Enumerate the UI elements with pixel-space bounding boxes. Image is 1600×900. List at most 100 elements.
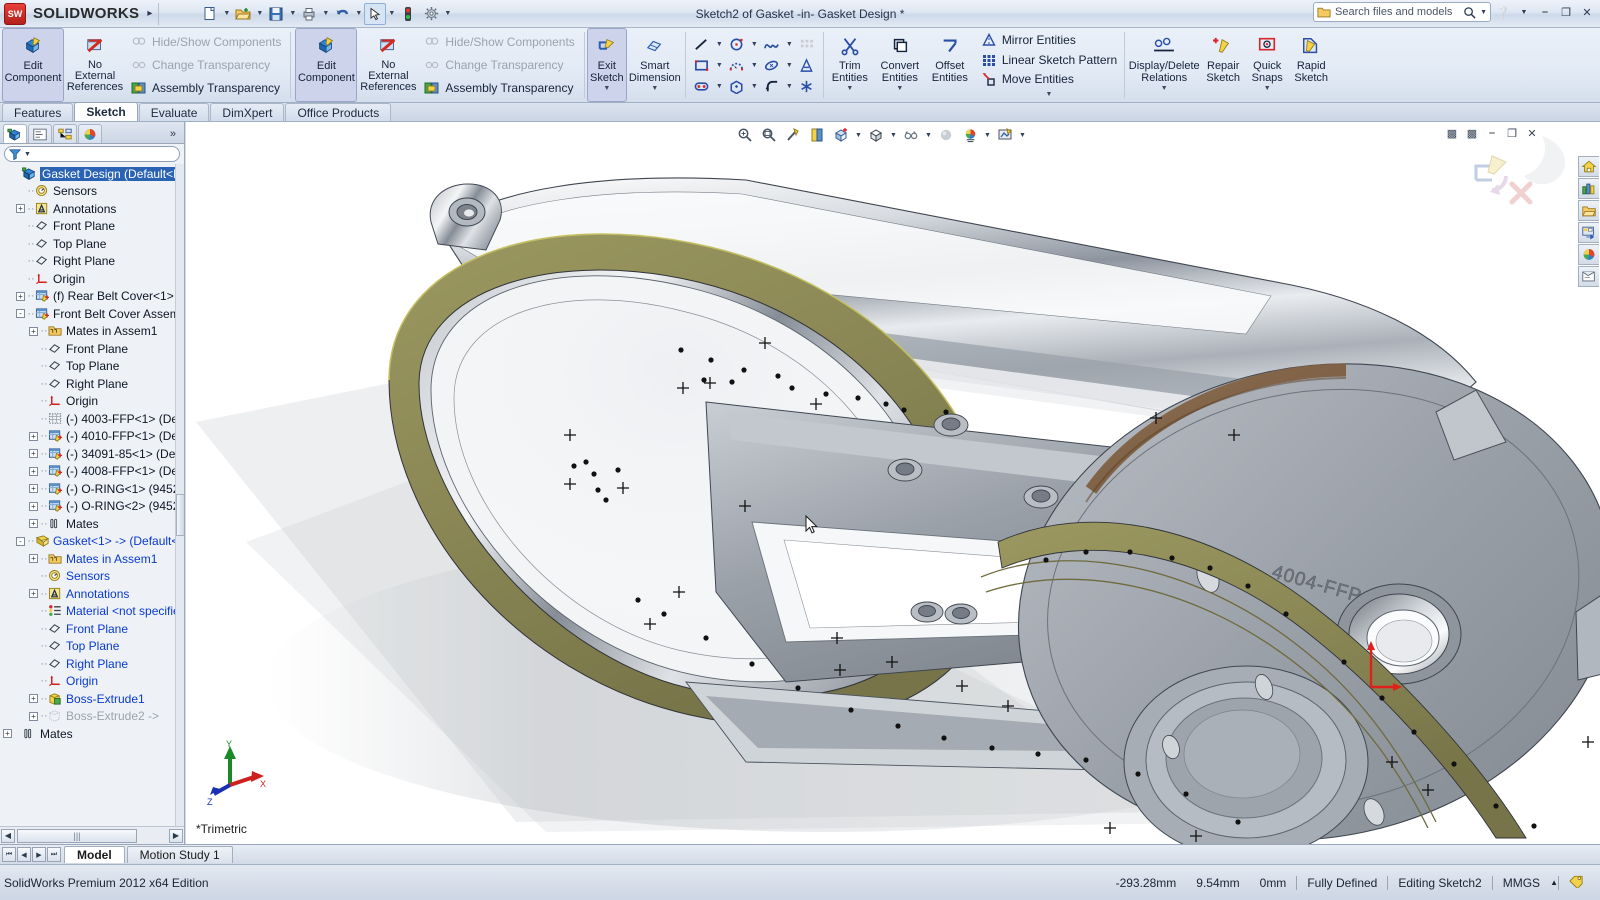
circle-tool-button[interactable] xyxy=(725,34,749,55)
undo-button[interactable] xyxy=(331,3,353,25)
tree-item[interactable]: ··Origin xyxy=(0,270,184,288)
print-document-dropdown-icon[interactable]: ▼ xyxy=(321,3,330,25)
tree-item[interactable]: +··Boss-Extrude2 -> xyxy=(0,708,184,726)
hide-show-components-button-1[interactable]: Hide/Show Components xyxy=(126,31,286,54)
tree-item[interactable]: ··Right Plane xyxy=(0,253,184,271)
tree-scroll-thumb[interactable] xyxy=(176,494,184,536)
tree-item[interactable]: +··(f) Rear Belt Cover<1> (Def xyxy=(0,288,184,306)
tree-item[interactable]: +··(-) O-RING<2> (9452K78 xyxy=(0,498,184,516)
tab-sketch[interactable]: Sketch xyxy=(74,102,137,121)
tree-expand-icon[interactable]: + xyxy=(29,694,38,703)
change-transparency-button-2[interactable]: Change Transparency xyxy=(419,54,579,77)
options-dropdown-icon[interactable]: ▼ xyxy=(443,3,452,25)
no-external-references-button-1[interactable]: NoExternalReferences xyxy=(64,28,126,102)
property-manager-tab[interactable] xyxy=(28,124,52,143)
point-tool-button[interactable] xyxy=(795,76,819,97)
open-document-button[interactable] xyxy=(232,3,254,25)
doc-restore-icon[interactable]: ❐ xyxy=(1504,126,1520,140)
change-transparency-button-1[interactable]: Change Transparency xyxy=(126,54,286,77)
save-document-button[interactable] xyxy=(265,3,287,25)
confirmation-corner[interactable] xyxy=(1468,150,1538,217)
sidebar-home-icon[interactable] xyxy=(1578,156,1599,177)
tree-expand-icon[interactable]: + xyxy=(29,449,38,458)
tree-item[interactable]: +··(-) 4008-FFP<1> (Defau xyxy=(0,463,184,481)
tab-features[interactable]: Features xyxy=(2,103,73,121)
tree-filter-input[interactable]: ▼ xyxy=(4,146,180,162)
tree-expand-icon[interactable]: + xyxy=(29,589,38,598)
smart-dimension-button[interactable]: SmartDimension ▼ xyxy=(627,28,683,102)
linear-sketch-pattern-button[interactable]: Linear Sketch Pattern xyxy=(976,50,1122,70)
select-tool-dropdown-icon[interactable]: ▼ xyxy=(387,3,396,25)
rectangle-tool-dropdown-icon[interactable]: ▼ xyxy=(714,55,725,76)
tab-evaluate[interactable]: Evaluate xyxy=(139,103,210,121)
tree-item[interactable]: ··Sensors xyxy=(0,568,184,586)
status-tag-icon[interactable] xyxy=(1559,874,1594,891)
tree-item[interactable]: +··Mates in Assem1 xyxy=(0,550,184,568)
minimize-button[interactable]: ⎯ xyxy=(1536,3,1554,21)
tree-vertical-scrollbar[interactable] xyxy=(175,164,184,826)
select-tool-button[interactable] xyxy=(364,3,386,25)
tree-item[interactable]: ··Top Plane xyxy=(0,235,184,253)
arc-tool-dropdown-icon[interactable]: ▼ xyxy=(749,55,760,76)
hide-show-components-button-2[interactable]: Hide/Show Components xyxy=(419,31,579,54)
doc-restore-right-icon[interactable]: ▩ xyxy=(1464,126,1480,140)
tree-item[interactable]: ··Top Plane xyxy=(0,358,184,376)
sidebar-file-explorer-icon[interactable] xyxy=(1578,200,1599,221)
tree-scroll-right-button[interactable]: ▶ xyxy=(169,829,183,843)
tree-item[interactable]: ··(-) 4003-FFP<1> (Defau xyxy=(0,410,184,428)
feature-manager-tab[interactable] xyxy=(3,124,27,143)
view-orientation-dropdown-icon[interactable]: ▼ xyxy=(854,124,863,146)
search-dropdown-icon[interactable]: ▼ xyxy=(1480,9,1487,16)
options-gear-button[interactable] xyxy=(420,3,442,25)
sketch-fillet-dropdown-icon[interactable]: ▼ xyxy=(784,76,795,97)
assembly-transparency-button-2[interactable]: Assembly Transparency xyxy=(419,77,579,100)
sketch-pattern-tool-button[interactable] xyxy=(795,34,819,55)
display-delete-relations-button[interactable]: Display/DeleteRelations ▼ xyxy=(1127,28,1201,102)
save-document-dropdown-icon[interactable]: ▼ xyxy=(288,3,297,25)
hide-show-items-dropdown-icon[interactable]: ▼ xyxy=(924,124,933,146)
section-view-button[interactable] xyxy=(806,124,828,146)
tree-item[interactable]: ··Right Plane xyxy=(0,655,184,673)
rebuild-button[interactable] xyxy=(397,3,419,25)
display-style-dropdown-icon[interactable]: ▼ xyxy=(889,124,898,146)
tree-item[interactable]: +··(-) 4010-FFP<1> (Defau xyxy=(0,428,184,446)
tree-scroll-left-button[interactable]: ◀ xyxy=(1,829,15,843)
exit-sketch-button[interactable]: ExitSketch ▼ xyxy=(587,28,627,102)
display-manager-tab[interactable] xyxy=(78,124,102,143)
tree-item[interactable]: ··Material <not specified> xyxy=(0,603,184,621)
tree-item[interactable]: ··Right Plane xyxy=(0,375,184,393)
ellipse-tool-button[interactable] xyxy=(760,55,784,76)
tree-item[interactable]: ··Sensors xyxy=(0,183,184,201)
sidebar-design-library-icon[interactable] xyxy=(1578,178,1599,199)
tree-item[interactable]: +··Boss-Extrude1 xyxy=(0,690,184,708)
tree-expand-icon[interactable]: + xyxy=(16,204,25,213)
graphics-area[interactable]: 4004-FFP xyxy=(186,122,1600,844)
close-button[interactable]: ✕ xyxy=(1578,3,1596,21)
arc-tool-button[interactable] xyxy=(725,55,749,76)
tab-model[interactable]: Model xyxy=(64,846,125,863)
manager-tabs-more-icon[interactable]: » xyxy=(170,128,176,140)
menu-expand-arrow-icon[interactable]: ▸ xyxy=(147,8,152,19)
tree-item[interactable]: +··(-) 34091-85<1> (Defaul xyxy=(0,445,184,463)
sidebar-appearances-icon[interactable] xyxy=(1578,244,1599,265)
rectangle-tool-button[interactable] xyxy=(690,55,714,76)
polygon-tool-dropdown-icon[interactable]: ▼ xyxy=(749,76,760,97)
smart-dimension-dropdown-icon[interactable]: ▼ xyxy=(651,85,658,92)
model-3d-view[interactable]: 4004-FFP xyxy=(186,122,1600,844)
last-tab-button[interactable]: ⏭ xyxy=(47,847,61,862)
apply-scene-dropdown-icon[interactable]: ▼ xyxy=(983,124,992,146)
spline-tool-dropdown-icon[interactable]: ▼ xyxy=(784,34,795,55)
zoom-to-area-button[interactable] xyxy=(758,124,780,146)
line-tool-button[interactable] xyxy=(690,34,714,55)
first-tab-button[interactable]: ⏮ xyxy=(2,847,16,862)
exit-sketch-dropdown-icon[interactable]: ▼ xyxy=(603,85,610,92)
new-document-dropdown-icon[interactable]: ▼ xyxy=(222,3,231,25)
sidebar-custom-properties-icon[interactable] xyxy=(1578,266,1599,287)
tree-item[interactable]: +Mates xyxy=(0,725,184,743)
tree-expand-icon[interactable]: + xyxy=(29,467,38,476)
apply-scene-button[interactable] xyxy=(959,124,981,146)
circle-tool-dropdown-icon[interactable]: ▼ xyxy=(749,34,760,55)
feature-tree[interactable]: Gasket Design (Default<Displa··Sensors+·… xyxy=(0,164,184,826)
tree-expand-icon[interactable]: + xyxy=(29,327,38,336)
tree-hscroll-thumb[interactable]: ||| xyxy=(17,829,137,843)
